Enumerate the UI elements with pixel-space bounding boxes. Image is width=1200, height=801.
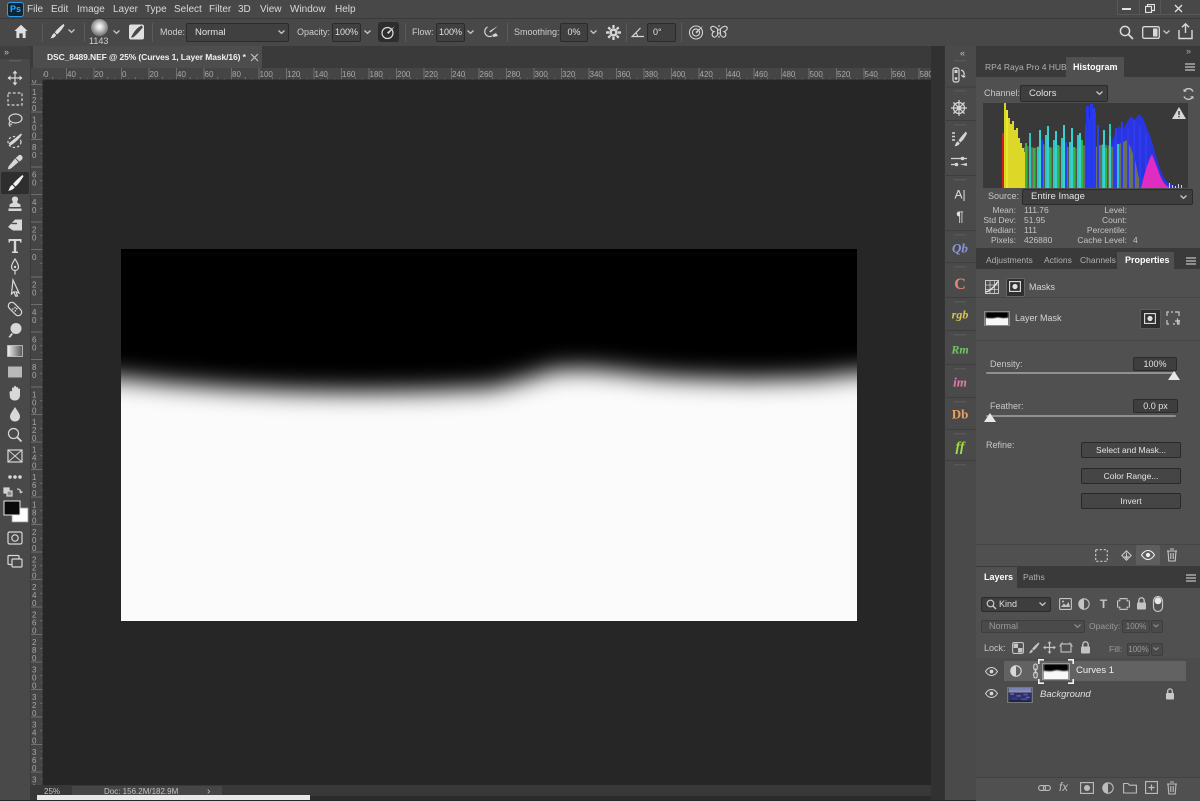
svg-text:«: « — [960, 48, 965, 58]
svg-text:480: 480 — [782, 70, 796, 79]
svg-text:460: 460 — [755, 70, 769, 79]
svg-text:200: 200 — [397, 70, 411, 79]
svg-text:20: 20 — [95, 70, 104, 79]
svg-text:ff: ff — [955, 440, 965, 455]
svg-text:380: 380 — [645, 70, 659, 79]
svg-text:240: 240 — [452, 70, 466, 79]
svg-text:220: 220 — [425, 70, 439, 79]
svg-text:160: 160 — [342, 70, 356, 79]
svg-text:540: 540 — [865, 70, 879, 79]
svg-text:0: 0 — [32, 206, 37, 215]
svg-text:360: 360 — [617, 70, 631, 79]
svg-text:280: 280 — [507, 70, 521, 79]
svg-text:80: 80 — [232, 70, 241, 79]
svg-text:260: 260 — [480, 70, 494, 79]
svg-text:0: 0 — [32, 316, 37, 325]
svg-text:40: 40 — [177, 70, 186, 79]
svg-text:0: 0 — [32, 253, 37, 262]
svg-text:140: 140 — [315, 70, 329, 79]
svg-text:0: 0 — [32, 289, 37, 298]
svg-text:im: im — [953, 375, 967, 390]
svg-text:Db: Db — [952, 407, 969, 422]
svg-text:40: 40 — [67, 70, 76, 79]
svg-text:0: 0 — [32, 151, 37, 160]
svg-text:A|: A| — [954, 187, 965, 201]
svg-text:100: 100 — [260, 70, 274, 79]
svg-text:400: 400 — [672, 70, 686, 79]
svg-text:500: 500 — [810, 70, 824, 79]
svg-text:180: 180 — [370, 70, 384, 79]
svg-text:rgb: rgb — [952, 307, 969, 321]
svg-text:60: 60 — [43, 70, 49, 79]
svg-text:0: 0 — [32, 179, 37, 188]
svg-text:340: 340 — [590, 70, 604, 79]
svg-text:440: 440 — [727, 70, 741, 79]
svg-text:Rm: Rm — [950, 342, 968, 356]
svg-text:420: 420 — [700, 70, 714, 79]
svg-text:0: 0 — [32, 344, 37, 353]
svg-text:300: 300 — [535, 70, 549, 79]
svg-text:0: 0 — [32, 234, 37, 243]
svg-text:120: 120 — [287, 70, 301, 79]
svg-text:560: 560 — [892, 70, 906, 79]
svg-text:20: 20 — [150, 70, 159, 79]
svg-text:320: 320 — [562, 70, 576, 79]
svg-text:0: 0 — [32, 371, 37, 380]
svg-text:520: 520 — [837, 70, 851, 79]
svg-text:C: C — [954, 276, 966, 293]
svg-text:60: 60 — [205, 70, 214, 79]
svg-text:0: 0 — [122, 70, 127, 79]
